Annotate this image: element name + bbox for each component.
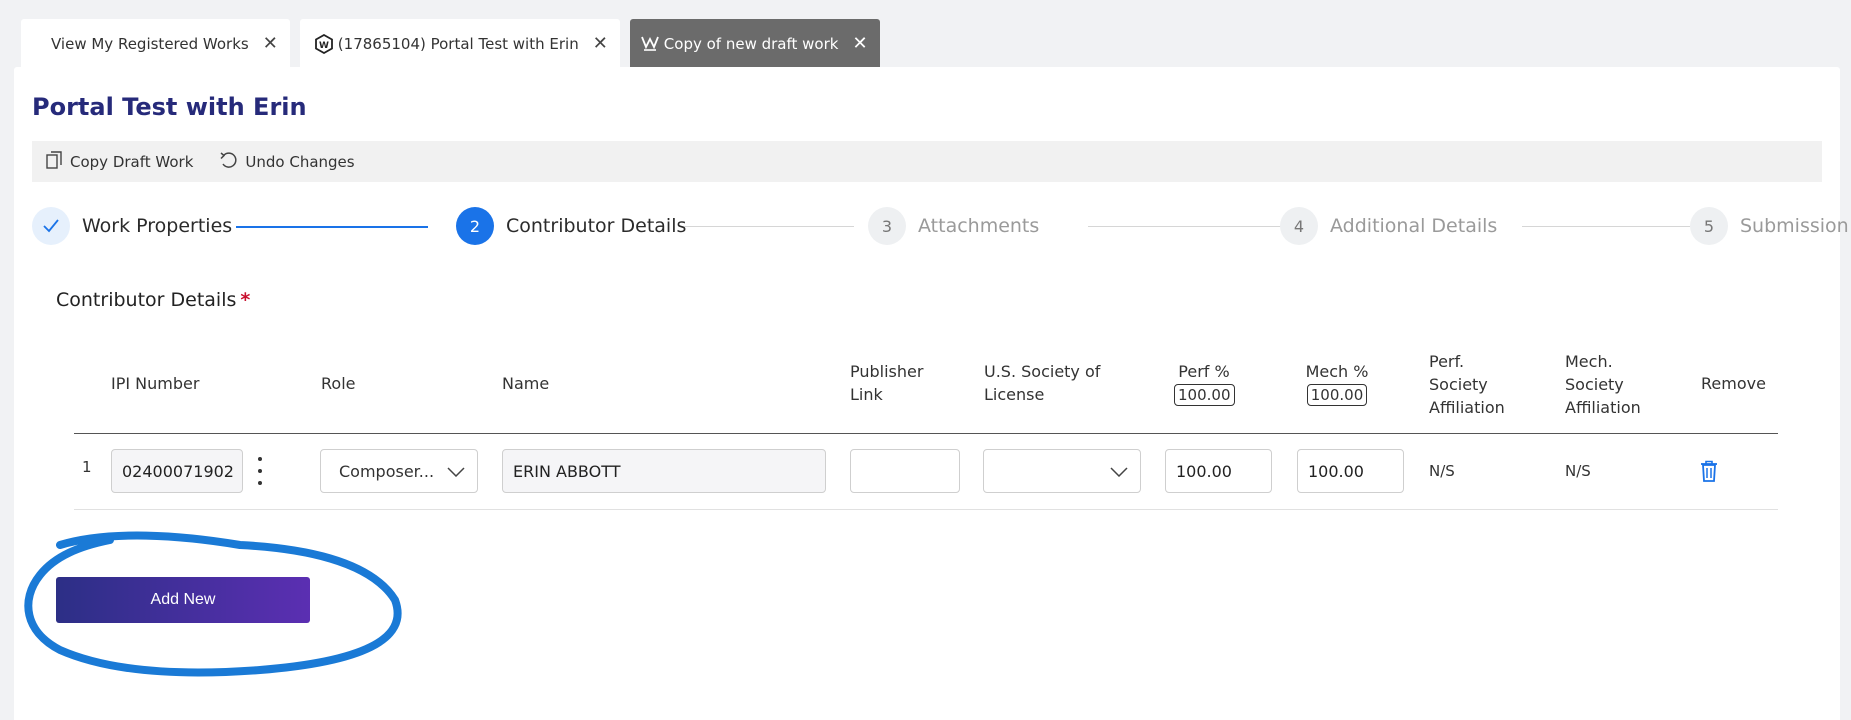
table-row-divider (74, 509, 1778, 510)
perf-percent-field[interactable]: 100.00 (1165, 449, 1272, 493)
us-society-select[interactable] (983, 449, 1141, 493)
tab-portal-test[interactable]: W (17865104) Portal Test with Erin ✕ (299, 19, 620, 68)
step-label: Work Properties (82, 215, 233, 237)
ipi-number-field[interactable]: 02400071902 (111, 449, 243, 493)
role-select[interactable]: Composer... (320, 449, 478, 493)
tab-view-registered-works[interactable]: View My Registered Works ✕ (21, 19, 290, 68)
copy-icon (46, 150, 62, 173)
header-us-society: U.S. Society of License (984, 362, 1101, 404)
check-icon (32, 207, 70, 245)
header-ipi-number: IPI Number (111, 374, 200, 393)
role-value: Composer... (339, 461, 435, 481)
tab-label: Copy of new draft work (663, 34, 839, 53)
perf-affiliation-value: N/S (1429, 462, 1455, 480)
add-new-button[interactable]: Add New (56, 577, 310, 623)
required-mark: * (240, 289, 251, 311)
step-attachments[interactable]: 3 Attachments (868, 206, 1039, 246)
copy-draft-work-label: Copy Draft Work (70, 152, 194, 171)
step-connector (1088, 226, 1298, 227)
step-connector (236, 226, 428, 228)
tab-copy-draft[interactable]: Copy of new draft work ✕ (629, 19, 880, 68)
step-label: Submission (1740, 215, 1849, 237)
close-icon[interactable]: ✕ (852, 33, 867, 54)
tab-label: (17865104) Portal Test with Erin (337, 34, 579, 53)
step-additional-details[interactable]: 4 Additional Details (1280, 206, 1497, 246)
mech-total-badge: 100.00 (1306, 384, 1368, 406)
table-header-divider (74, 433, 1778, 434)
copy-draft-work-button[interactable]: Copy Draft Work (46, 150, 194, 173)
step-connector (684, 226, 854, 227)
close-icon[interactable]: ✕ (593, 33, 608, 54)
step-label: Additional Details (1330, 215, 1498, 237)
draft-copy-icon (640, 34, 660, 54)
header-remove: Remove (1701, 374, 1766, 393)
step-number: 4 (1280, 207, 1318, 245)
tab-label: View My Registered Works (51, 34, 249, 53)
svg-text:W: W (319, 41, 329, 51)
chevron-down-icon (447, 462, 465, 481)
more-options-icon[interactable] (253, 457, 267, 485)
perf-total-badge: 100.00 (1174, 384, 1235, 406)
mech-percent-field[interactable]: 100.00 (1297, 449, 1404, 493)
undo-changes-label: Undo Changes (245, 152, 355, 171)
undo-icon (219, 151, 237, 173)
step-label: Attachments (918, 215, 1040, 237)
section-title: Contributor Details * (56, 289, 251, 311)
chevron-down-icon (1110, 462, 1128, 481)
header-mech-affiliation: Mech. Society Affiliation (1565, 352, 1641, 417)
toolbar: Copy Draft Work Undo Changes (32, 141, 1822, 182)
header-publisher-link: Publisher Link (850, 362, 924, 404)
step-connector (1522, 226, 1690, 227)
work-logo-icon: W (314, 33, 334, 54)
step-contributor-details[interactable]: 2 Contributor Details (456, 206, 686, 246)
tab-bar: View My Registered Works ✕ W (17865104) … (21, 19, 880, 68)
step-number: 2 (456, 207, 494, 245)
close-icon[interactable]: ✕ (263, 33, 278, 54)
name-field[interactable]: ERIN ABBOTT (502, 449, 826, 493)
publisher-link-field[interactable] (850, 449, 960, 493)
row-index: 1 (82, 458, 92, 476)
header-name: Name (502, 374, 550, 393)
step-label: Contributor Details (506, 215, 687, 237)
trash-icon[interactable] (1700, 460, 1718, 486)
step-work-properties[interactable]: Work Properties (32, 206, 232, 246)
progress-stepper: Work Properties 2 Contributor Details 3 … (32, 206, 1849, 246)
header-perf-pct: Perf % 100.00 (1174, 360, 1235, 406)
header-role: Role (321, 374, 356, 393)
undo-changes-button[interactable]: Undo Changes (219, 151, 355, 173)
step-number: 3 (868, 207, 906, 245)
step-number: 5 (1690, 207, 1728, 245)
step-submission[interactable]: 5 Submission (1690, 206, 1849, 246)
mech-affiliation-value: N/S (1565, 462, 1591, 480)
header-mech-pct: Mech % 100.00 (1305, 362, 1369, 406)
page-title: Portal Test with Erin (32, 93, 307, 121)
header-perf-affiliation: Perf. Society Affiliation (1429, 352, 1505, 417)
